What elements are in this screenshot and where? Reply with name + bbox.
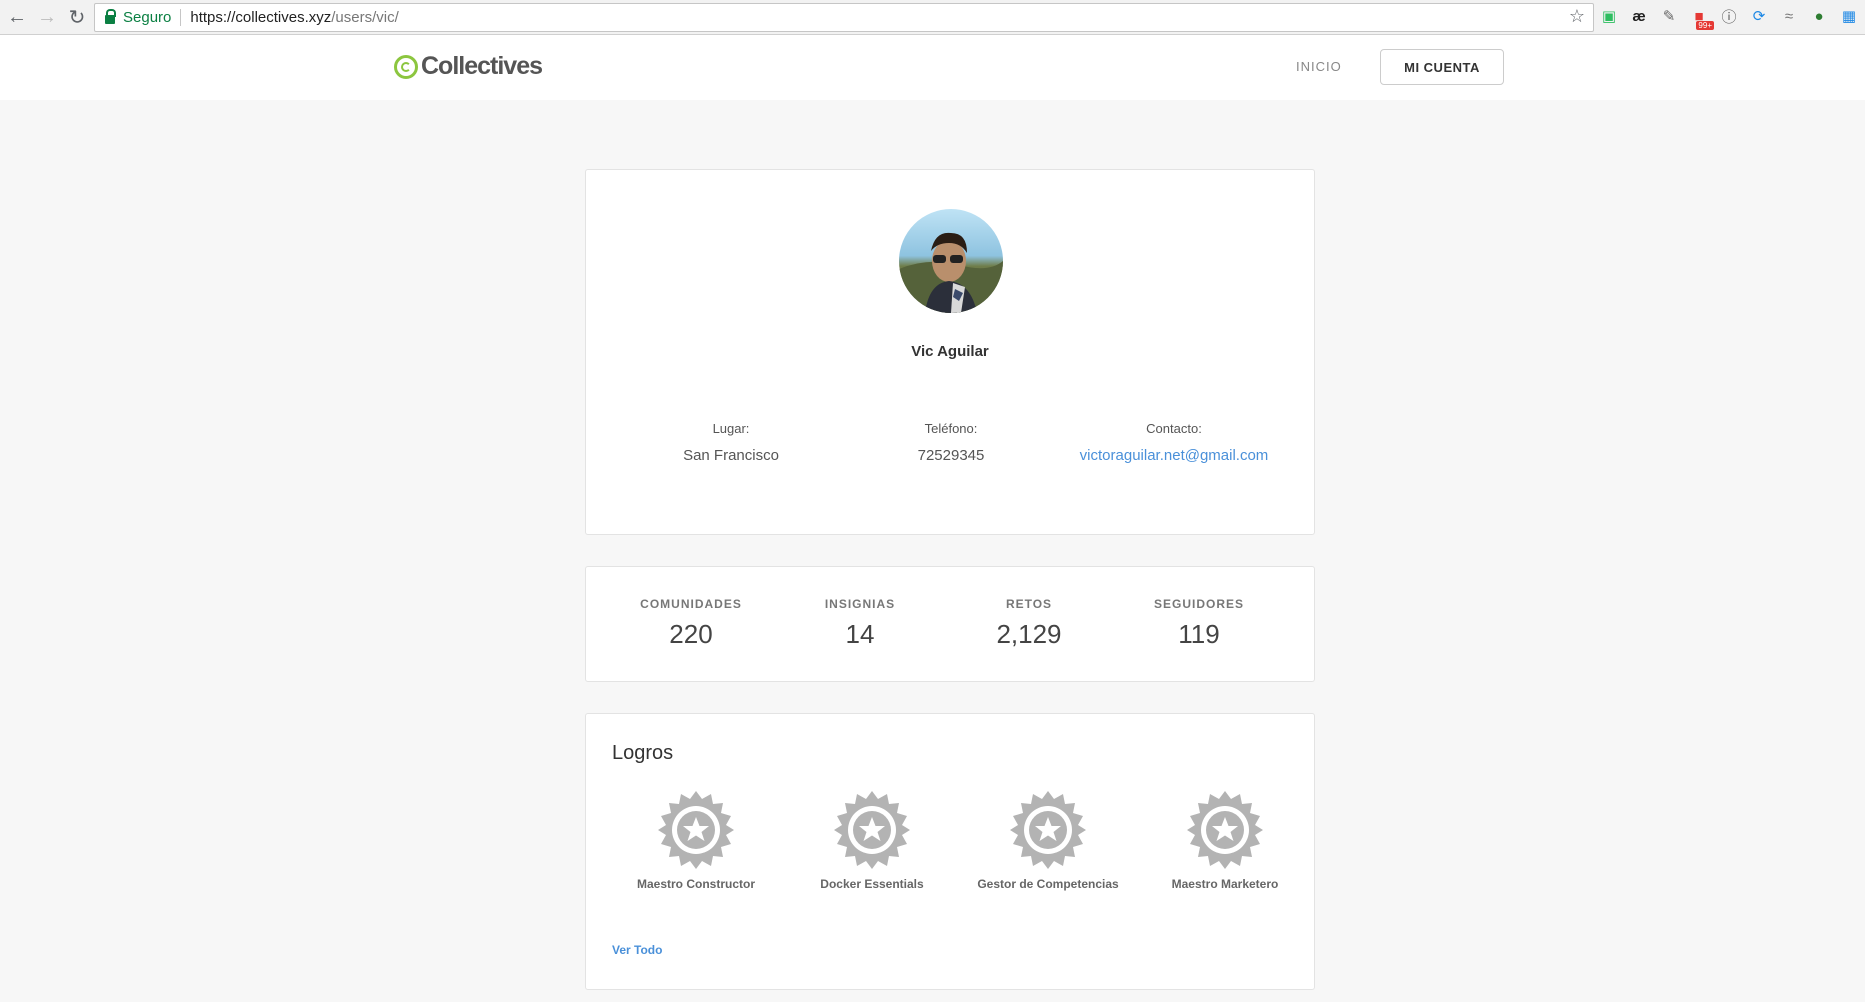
stat-seguidores[interactable]: SEGUIDORES 119 (1114, 597, 1284, 650)
stat-label: RETOS (1005, 597, 1053, 611)
logros-title: Logros (612, 742, 674, 764)
lugar-label: Lugar: (712, 421, 750, 436)
badge-star-icon (658, 791, 734, 869)
badge-name: Maestro Constructor (636, 877, 755, 891)
contacto-info: Contacto: victoraguilar.net@gmail.com (1064, 421, 1284, 464)
stat-value: 119 (1178, 619, 1220, 649)
contacto-email-link[interactable]: victoraguilar.net@gmail.com (1080, 447, 1269, 464)
user-name: Vic Aguilar (911, 343, 989, 360)
stat-value: 2,129 (996, 619, 1062, 649)
telefono-value: 72529345 (917, 447, 985, 464)
extension-evernote-icon[interactable]: ▣ (1598, 5, 1620, 27)
stat-insignias[interactable]: INSIGNIAS 14 (775, 597, 945, 650)
url-path: /users/vic/ (331, 9, 399, 26)
lugar-value: San Francisco (683, 447, 779, 464)
badge-name: Maestro Marketero (1171, 877, 1279, 891)
back-arrow-icon[interactable]: ← (4, 4, 30, 30)
logros-card: Logros Maestro Constructor Docker Essent… (585, 713, 1315, 990)
stat-value: 14 (845, 619, 875, 649)
logo-text: Collectives (421, 52, 543, 80)
stat-retos[interactable]: RETOS 2,129 (944, 597, 1114, 650)
badge-maestro-marketero[interactable]: Maestro Marketero (1150, 791, 1300, 891)
stat-label: SEGUIDORES (1153, 597, 1244, 611)
nav-inicio-link[interactable]: INICIO (1296, 59, 1342, 74)
extension-badge-count: 99+ (1696, 21, 1714, 30)
badge-docker-essentials[interactable]: Docker Essentials (797, 791, 947, 891)
extension-sync-icon[interactable]: ⟳ (1748, 5, 1770, 27)
extensions-bar: ▣ æ ✎ ■ 99+ ⓘ ⟳ ≈ ● ▦ (1598, 5, 1860, 30)
collectives-spiral-icon (394, 54, 418, 79)
avatar-photo (899, 209, 1003, 313)
extension-eyedropper-icon[interactable]: ✎ (1658, 5, 1680, 27)
secure-label: Seguro (123, 9, 172, 26)
forward-arrow-icon[interactable]: → (34, 4, 60, 30)
extension-info-icon[interactable]: ⓘ (1718, 5, 1740, 27)
collectives-logo[interactable]: Collectives (394, 52, 543, 81)
lock-icon (105, 9, 116, 24)
url-host: https://collectives.xyz (190, 9, 332, 26)
ver-todo-link[interactable]: Ver Todo (612, 943, 662, 957)
badge-maestro-constructor[interactable]: Maestro Constructor (621, 791, 771, 891)
profile-card: Vic Aguilar Lugar: San Francisco Teléfon… (585, 169, 1315, 535)
stat-label: COMUNIDADES (640, 597, 742, 611)
stats-card: COMUNIDADES 220 INSIGNIAS 14 RETOS 2,129… (585, 566, 1315, 682)
browser-toolbar: ← → ↻ Seguro https://collectives.xyz/use… (0, 0, 1865, 35)
address-divider (180, 9, 182, 26)
stat-label: INSIGNIAS (824, 597, 896, 611)
telefono-label: Teléfono: (924, 421, 978, 436)
badge-name: Gestor de Competencias (977, 877, 1119, 891)
mi-cuenta-button[interactable]: MI CUENTA (1380, 49, 1504, 85)
extension-cloud-icon[interactable]: ≈ (1778, 5, 1800, 27)
badge-name: Docker Essentials (820, 877, 924, 891)
badge-star-icon (1010, 791, 1086, 869)
badge-star-icon (834, 791, 910, 869)
site-header: Collectives INICIO MI CUENTA (0, 35, 1865, 100)
extension-blue-icon[interactable]: ▦ (1838, 5, 1860, 27)
badge-star-icon (1187, 791, 1263, 869)
badge-gestor-de-competencias[interactable]: Gestor de Competencias (973, 791, 1123, 891)
extension-ae-icon[interactable]: æ (1628, 5, 1650, 27)
bookmark-star-icon[interactable]: ☆ (1569, 6, 1585, 27)
contacto-label: Contacto: (1146, 421, 1202, 436)
extension-globe-icon[interactable]: ● (1808, 5, 1830, 27)
stat-comunidades[interactable]: COMUNIDADES 220 (606, 597, 776, 650)
lugar-info: Lugar: San Francisco (666, 421, 796, 464)
extension-pdf-icon[interactable]: ■ 99+ (1688, 5, 1714, 30)
avatar (899, 209, 1003, 313)
stat-value: 220 (669, 619, 713, 649)
address-bar[interactable]: Seguro https://collectives.xyz/users/vic… (94, 3, 1594, 32)
telefono-info: Teléfono: 72529345 (886, 421, 1016, 464)
reload-icon[interactable]: ↻ (64, 4, 90, 30)
